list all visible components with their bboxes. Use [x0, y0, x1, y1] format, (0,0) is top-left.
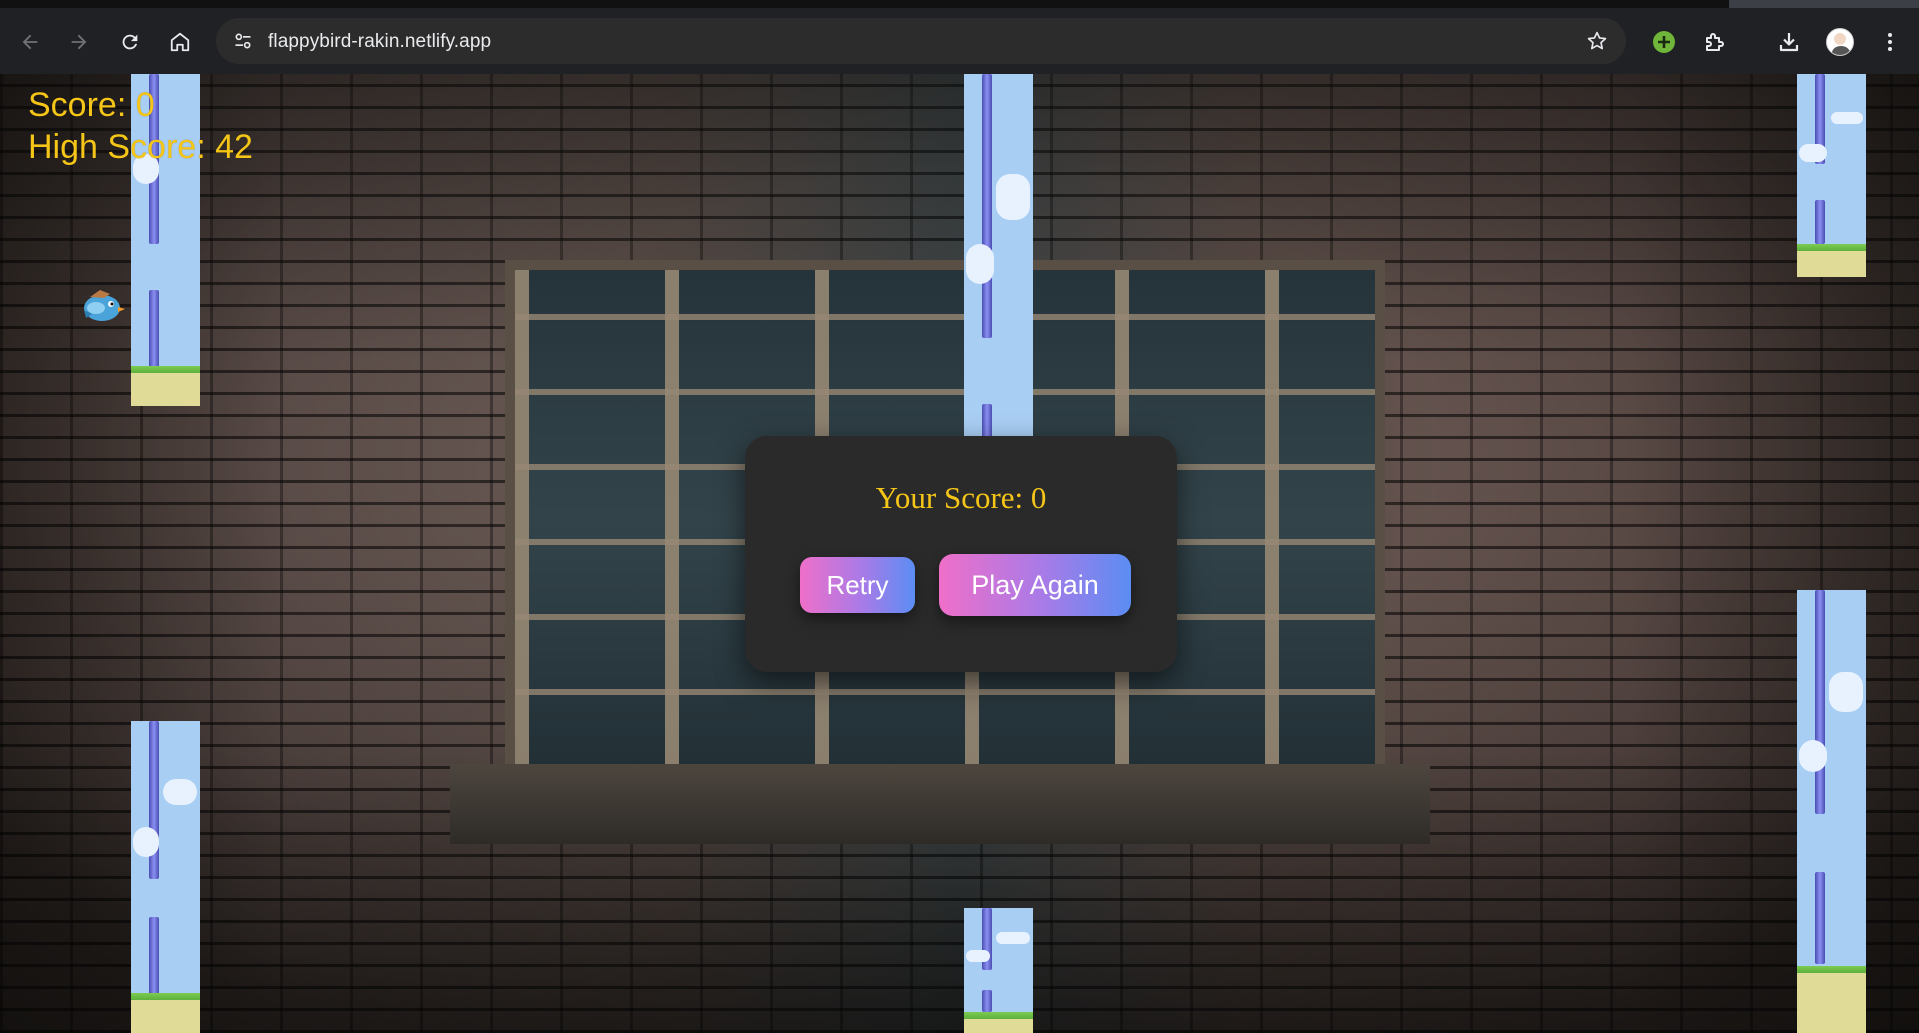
pipe-bottom — [131, 721, 200, 1033]
tune-icon — [235, 33, 251, 49]
score-hud: Score: 0 High Score: 42 — [28, 84, 253, 168]
browser-toolbar: flappybird-rakin.netlify.app — [0, 16, 1919, 68]
reload-icon — [122, 34, 138, 50]
pipe-bottom — [1797, 590, 1866, 1033]
retry-button[interactable]: Retry — [800, 557, 915, 613]
pipe-bottom — [964, 908, 1033, 1033]
extension-button[interactable] — [1646, 24, 1682, 60]
back-button[interactable] — [12, 24, 48, 60]
profile-avatar[interactable] — [1826, 28, 1854, 56]
puzzle-icon — [1706, 33, 1724, 51]
play-again-button[interactable]: Play Again — [939, 554, 1131, 616]
forward-button[interactable] — [61, 24, 97, 60]
home-button[interactable] — [162, 24, 198, 60]
tab-strip — [0, 0, 1919, 8]
more-vert-icon — [1888, 33, 1892, 51]
url-text[interactable]: flappybird-rakin.netlify.app — [268, 31, 491, 53]
score-label: Score: 0 — [28, 86, 155, 124]
bookmark-button[interactable] — [1582, 26, 1612, 56]
download-icon — [1779, 33, 1799, 52]
browser-menu-button[interactable] — [1872, 24, 1908, 60]
extensions-menu-button[interactable] — [1697, 24, 1733, 60]
plus-circle-icon — [1653, 31, 1675, 53]
final-score-title: Your Score: 0 — [875, 480, 1047, 515]
high-score-label: High Score: 42 — [28, 128, 253, 166]
game-over-dialog: Your Score: 0 Retry Play Again — [745, 436, 1177, 672]
downloads-button[interactable] — [1771, 24, 1807, 60]
reload-button[interactable] — [112, 24, 148, 60]
star-icon — [1587, 31, 1607, 50]
arrow-left-icon — [22, 34, 38, 50]
bird-sprite — [84, 290, 125, 321]
address-bar[interactable]: flappybird-rakin.netlify.app — [216, 18, 1626, 64]
game-canvas[interactable]: Score: 0 High Score: 42 Your Score: 0 Re… — [0, 74, 1919, 1033]
browser-chrome: flappybird-rakin.netlify.app — [0, 0, 1919, 74]
home-icon — [170, 32, 190, 52]
site-info-button[interactable] — [228, 26, 258, 56]
background-ledge — [450, 764, 1430, 844]
pipe-top — [1797, 74, 1866, 277]
tab-strip-tabs[interactable] — [1729, 0, 1919, 8]
arrow-right-icon — [71, 34, 87, 50]
pipe-top — [964, 74, 1033, 436]
